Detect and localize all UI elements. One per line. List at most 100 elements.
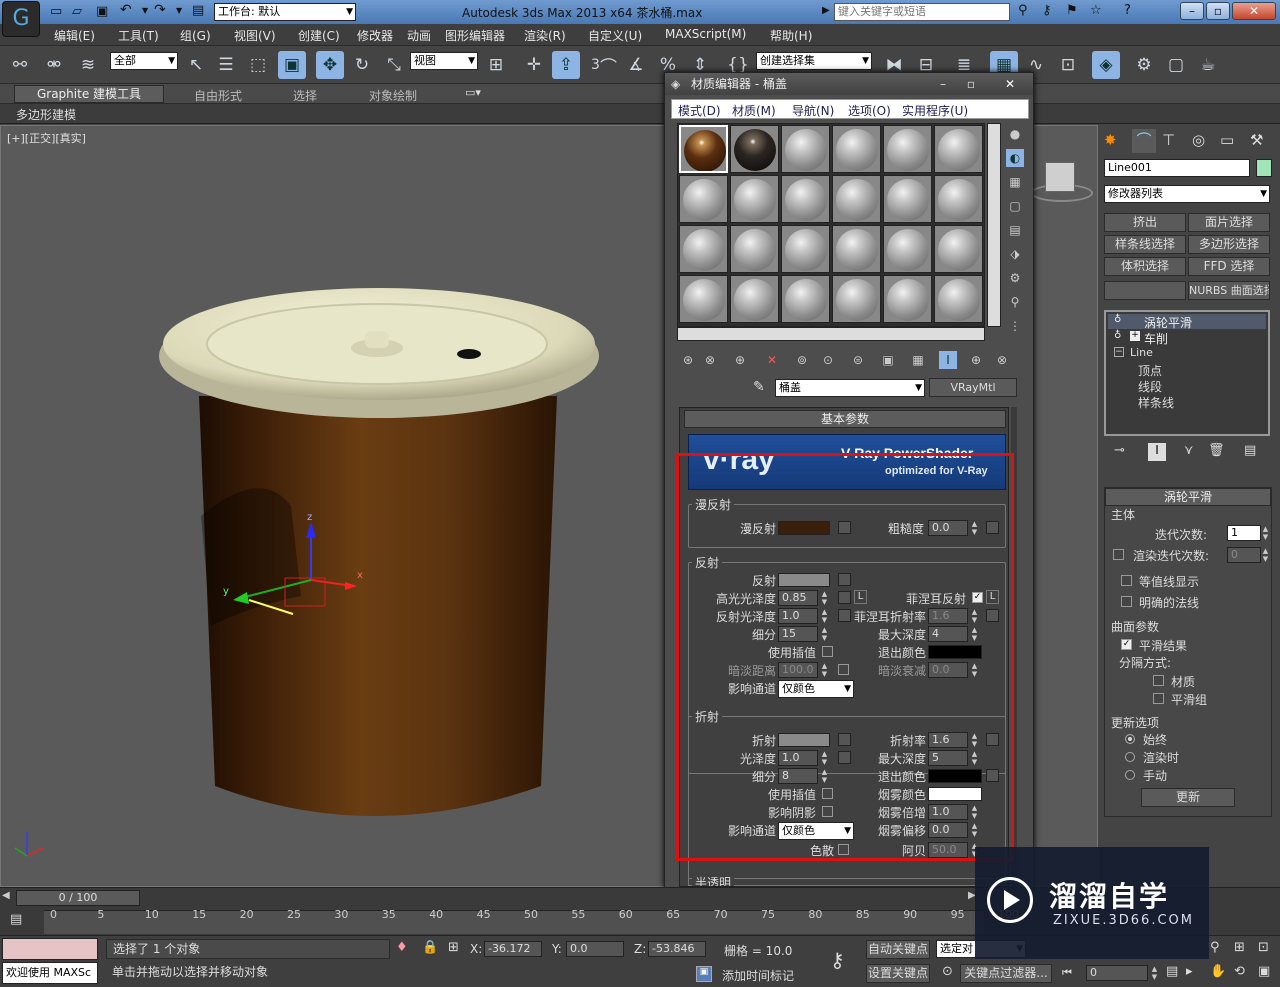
display-tab-icon[interactable]: ▭ [1220,131,1234,149]
ior-spinner[interactable]: 1.6 [928,732,968,748]
sample-slot[interactable] [934,225,983,273]
key-filters-button[interactable]: 关键点过滤器... [960,964,1052,983]
mated-menu-utilities[interactable]: 实用程序(U) [902,102,968,119]
fresnel-ior-arrows[interactable]: ▲ ▼ [970,608,979,624]
redo-icon[interactable]: ↷ [154,2,166,18]
refract-color-swatch[interactable] [778,733,830,747]
refr-subdivs-spinner[interactable]: 8 [778,768,818,784]
remove-modifier-icon[interactable]: 🗑 [1208,443,1225,458]
stack-vertex[interactable]: 顶点 [1138,362,1162,379]
refr-max-depth-spinner[interactable]: 5 [928,750,968,766]
roughness-spinner[interactable]: 0.0 [928,520,968,536]
refl-gloss-spinner[interactable]: 1.0 [778,608,818,624]
stack-item-turbosmooth[interactable]: ♁ 涡轮平滑 [1108,314,1266,330]
zoom-icon[interactable]: ⚲ [1210,940,1220,955]
video-color-check-icon[interactable]: ▤ [1006,221,1024,239]
named-selection-dropdown[interactable]: 创建选择集 [756,52,872,70]
materials-checkbox[interactable] [1153,675,1164,686]
sample-slot[interactable] [781,125,830,173]
zoom-all-icon[interactable]: ⊡ [1258,940,1269,955]
rect-selection-icon[interactable]: ⬚ [244,51,272,79]
menu-help[interactable]: 帮助(H) [770,27,812,44]
link-icon[interactable]: ⚯ [6,51,34,79]
roughness-map-button[interactable] [986,521,999,534]
refr-gloss-spinner[interactable]: 1.0 [778,750,818,766]
reflect-color-swatch[interactable] [778,573,830,587]
undo-icon[interactable]: ↶ [120,2,132,18]
sample-slot[interactable] [781,225,830,273]
collapse-minus-icon[interactable]: − [1114,347,1124,357]
smooth-result-checkbox[interactable]: ✓ [1121,639,1132,650]
current-frame-arrows[interactable]: ▲ ▼ [1150,965,1159,981]
sample-slot[interactable] [679,275,728,323]
params-scrollbar[interactable] [1011,407,1017,887]
menu-graph-editors[interactable]: 图形编辑器 [445,27,505,44]
sample-slot[interactable] [832,175,881,223]
unlink-icon[interactable]: ⚮ [40,51,68,79]
select-by-material-icon[interactable]: ⚲ [1006,293,1024,311]
sample-slot[interactable] [730,225,779,273]
material-editor-icon[interactable]: ◈ [1092,51,1120,79]
manually-radio[interactable] [1125,770,1135,780]
favorites-star-icon[interactable]: ☆ [1090,3,1102,18]
hilight-gloss-arrows[interactable]: ▲ ▼ [820,590,829,606]
isolate-toggle-icon[interactable]: ♦ [396,940,408,955]
sample-slot[interactable] [934,175,983,223]
sample-slot[interactable] [934,275,983,323]
options-icon[interactable]: ⚙ [1006,269,1024,287]
material-navigator-icon[interactable]: ⋮ [1006,317,1024,335]
basic-params-rollout-header[interactable]: 基本参数 [684,410,1006,428]
material-type-button[interactable]: VRayMtl [929,378,1017,397]
selection-lock-icon[interactable]: 🔒 [422,940,438,955]
refl-max-depth-arrows[interactable]: ▲ ▼ [970,626,979,642]
go-forward-sibling-icon[interactable]: ⊗ [993,351,1011,369]
project-folder-icon[interactable]: ▤ [192,3,204,18]
polygon-modeling-label[interactable]: 多边形建模 [16,106,76,123]
pan-hand-icon[interactable]: ✋ [1210,964,1226,979]
diffuse-map-button[interactable] [838,521,851,534]
menu-views[interactable]: 视图(V) [234,27,276,44]
select-manipulate-icon[interactable]: ✛ [520,51,548,79]
utilities-tab-icon[interactable]: ⚒ [1250,131,1263,149]
get-material-icon[interactable]: ⊛ [679,351,697,369]
fog-mult-spinner[interactable]: 1.0 [928,804,968,820]
new-file-icon[interactable]: ▭ [50,4,62,19]
explicit-normals-checkbox[interactable] [1121,596,1132,607]
roughness-spinner-arrows[interactable]: ▲ ▼ [970,520,979,536]
sample-slot[interactable] [883,225,932,273]
sample-slot[interactable] [679,125,728,173]
time-config-icon[interactable]: ▤ [1166,964,1178,979]
x-coord-field[interactable]: -36.172 [484,941,542,957]
when-rendering-radio[interactable] [1125,752,1135,762]
mated-menu-navigation[interactable]: 导航(N) [792,102,834,119]
select-rotate-icon[interactable]: ↻ [348,51,376,79]
time-slider[interactable]: 0 / 100 [16,890,140,906]
binoculars-icon[interactable]: ⚲ [1018,3,1028,18]
slots-hscroll[interactable] [677,327,985,341]
show-map-in-viewport-icon[interactable]: ▦ [909,351,927,369]
empty-mod-button[interactable] [1104,281,1186,300]
refr-affect-channels-dropdown[interactable]: 仅颜色 [778,822,854,840]
pin-stack-icon[interactable]: ⊸ [1114,443,1125,458]
pick-material-eyedropper-icon[interactable]: ✎ [753,379,765,395]
make-copy-icon[interactable]: ⊚ [793,351,811,369]
reflect-map-button[interactable] [838,573,851,586]
mated-maximize-button[interactable]: ▫ [959,73,983,95]
set-key-icon[interactable]: ⚷ [830,948,845,972]
modifier-stack[interactable]: ♁ 涡轮平滑 ♁ + 车削 − Line 顶点 线段 样条线 [1104,310,1270,436]
iterations-spinner[interactable]: 1 [1227,525,1261,541]
refl-use-interp-checkbox[interactable] [822,646,833,657]
menu-group[interactable]: 组(G) [180,27,211,44]
search-input[interactable]: 键入关键字或短语 [834,3,1010,21]
viewcube[interactable] [1031,156,1093,214]
maxscript-listener-white[interactable]: 欢迎使用 MAXSc [2,962,98,984]
dim-falloff-arrows[interactable]: ▲ ▼ [970,662,979,678]
dim-distance-spinner[interactable]: 100.0 [778,662,818,678]
abbe-spinner[interactable]: 50.0 [928,842,968,858]
refr-max-depth-arrows[interactable]: ▲ ▼ [970,750,979,766]
stack-spline[interactable]: 样条线 [1138,394,1174,411]
refr-gloss-arrows[interactable]: ▲ ▼ [820,750,829,766]
object-color-swatch[interactable] [1256,159,1272,177]
orbit-icon[interactable]: ⟲ [1234,964,1245,979]
render-iters-checkbox[interactable] [1113,549,1124,560]
